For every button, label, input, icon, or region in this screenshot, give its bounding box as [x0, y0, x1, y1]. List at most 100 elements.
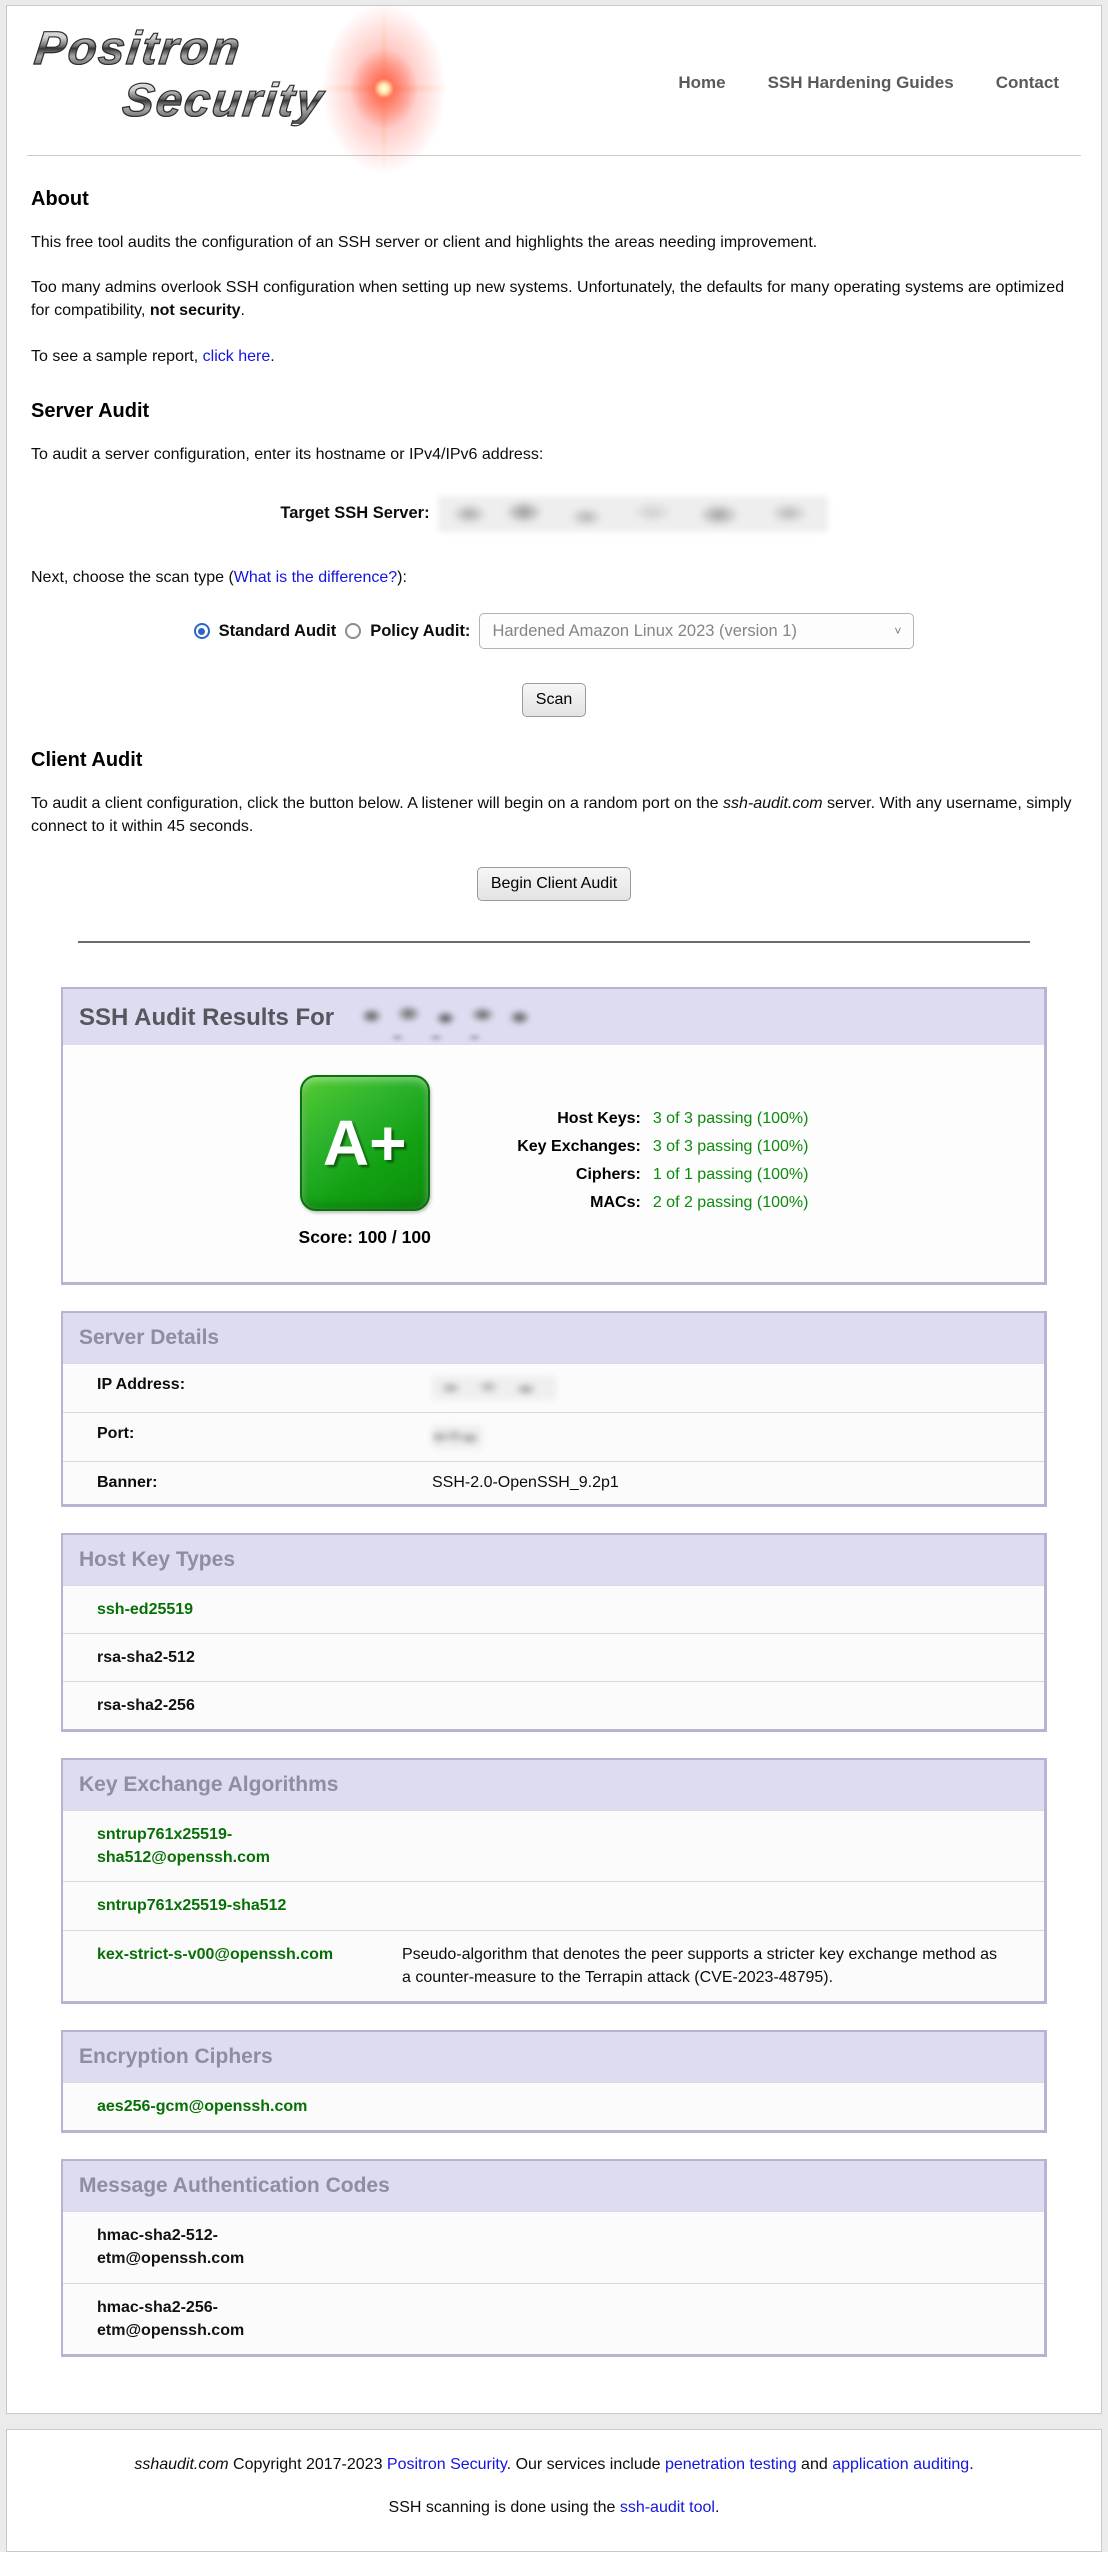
client-audit-heading: Client Audit: [31, 749, 1081, 772]
stat-label: Key Exchanges:: [491, 1138, 641, 1156]
server-audit-heading: Server Audit: [31, 400, 1081, 423]
logo-word-positron: Positron: [32, 23, 245, 72]
nav-ssh-hardening-guides-link[interactable]: SSH Hardening Guides: [768, 73, 954, 93]
stat-value: 3 of 3 passing (100%): [653, 1138, 809, 1156]
client-audit-section: Client Audit To audit a client configura…: [27, 749, 1081, 900]
encryption-ciphers-panel: Encryption Ciphers aes256-gcm@openssh.co…: [61, 2030, 1047, 2133]
stat-value: 1 of 1 passing (100%): [653, 1166, 809, 1184]
stat-value: 2 of 2 passing (100%): [653, 1194, 809, 1212]
red-starburst-icon: [309, 0, 459, 175]
client-audit-paragraph: To audit a client configuration, click t…: [31, 792, 1081, 838]
list-item: sntrup761x25519-sha512: [63, 1881, 1044, 1929]
kex-algorithm-name: kex-strict-s-v00@openssh.com: [97, 1943, 357, 1966]
list-item: hmac-sha2-512-etm@openssh.com: [63, 2211, 1044, 2282]
client-audit-text: To audit a client configuration, click t…: [31, 795, 723, 812]
policy-select[interactable]: Hardened Amazon Linux 2023 (version 1) ˅: [479, 613, 914, 649]
scan-type-paragraph: Next, choose the scan type (What is the …: [31, 566, 1081, 589]
scan-type-difference-link[interactable]: What is the difference?: [234, 569, 397, 586]
list-item: kex-strict-s-v00@openssh.com Pseudo-algo…: [63, 1930, 1044, 2001]
censored-port: [432, 1425, 482, 1449]
table-row: Port:: [63, 1412, 1044, 1461]
main-nav: Home SSH Hardening Guides Contact: [678, 73, 1077, 93]
mac-name: hmac-sha2-512-etm@openssh.com: [97, 2224, 357, 2270]
site-header: Positron Security Home SSH Hardening Gui…: [27, 6, 1081, 156]
about-p3-period: .: [270, 348, 274, 365]
server-audit-section: Server Audit To audit a server configura…: [27, 400, 1081, 717]
key-exchange-panel: Key Exchange Algorithms sntrup761x25519-…: [61, 1758, 1047, 2004]
stat-row-macs: MACs: 2 of 2 passing (100%): [491, 1194, 809, 1212]
ssh-audit-tool-link[interactable]: ssh-audit tool: [620, 2499, 715, 2516]
target-server-row: Target SSH Server:: [27, 496, 1081, 532]
scan-type-row: Standard Audit Policy Audit: Hardened Am…: [27, 613, 1081, 649]
stat-row-key-exchanges: Key Exchanges: 3 of 3 passing (100%): [491, 1138, 809, 1156]
results-stats: Host Keys: 3 of 3 passing (100%) Key Exc…: [491, 1110, 809, 1212]
sample-report-link[interactable]: click here: [203, 348, 271, 365]
list-item: hmac-sha2-256-etm@openssh.com: [63, 2283, 1044, 2354]
list-item: sntrup761x25519-sha512@openssh.com: [63, 1810, 1044, 1881]
begin-client-audit-button[interactable]: Begin Client Audit: [477, 867, 631, 901]
scan-type-text-end: ):: [397, 569, 407, 586]
host-key-types-panel: Host Key Types ssh-ed25519 rsa-sha2-512 …: [61, 1533, 1047, 1733]
grade-letter: A+: [323, 1106, 407, 1180]
standard-audit-label: Standard Audit: [219, 622, 337, 641]
grade-badge: A+: [300, 1075, 430, 1211]
censored-ip-address: [432, 1376, 557, 1400]
positron-security-link[interactable]: Positron Security: [387, 2456, 507, 2473]
macs-panel: Message Authentication Codes hmac-sha2-5…: [61, 2159, 1047, 2357]
ip-address-value: [432, 1376, 1028, 1400]
policy-audit-radio[interactable]: [345, 623, 361, 639]
about-heading: About: [31, 188, 1081, 211]
banner-value: SSH-2.0-OpenSSH_9.2p1: [432, 1474, 1028, 1492]
host-key-name: rsa-sha2-256: [97, 1694, 357, 1717]
positron-security-logo[interactable]: Positron Security: [31, 17, 501, 149]
about-paragraph-2: Too many admins overlook SSH configurati…: [31, 276, 1081, 322]
score-text: Score: 100 / 100: [299, 1227, 431, 1248]
policy-select-value: Hardened Amazon Linux 2023 (version 1): [492, 622, 797, 641]
nav-contact-link[interactable]: Contact: [996, 73, 1059, 93]
list-item: rsa-sha2-256: [63, 1681, 1044, 1729]
nav-home-link[interactable]: Home: [678, 73, 725, 93]
scan-type-text: Next, choose the scan type (: [31, 569, 234, 586]
footer-site-name: sshaudit.com: [134, 2456, 228, 2473]
footer-scan-text: SSH scanning is done using the: [389, 2499, 620, 2516]
stat-value: 3 of 3 passing (100%): [653, 1110, 809, 1128]
application-auditing-link[interactable]: application auditing: [832, 2456, 969, 2473]
cipher-name: aes256-gcm@openssh.com: [97, 2095, 357, 2118]
results-panel-header: SSH Audit Results For: [63, 989, 1044, 1045]
port-label: Port:: [97, 1425, 432, 1443]
table-row: IP Address:: [63, 1363, 1044, 1412]
kex-algorithm-name: sntrup761x25519-sha512@openssh.com: [97, 1823, 357, 1869]
scan-button[interactable]: Scan: [522, 683, 586, 717]
list-item: rsa-sha2-512: [63, 1633, 1044, 1681]
about-paragraph-3: To see a sample report, click here.: [31, 345, 1081, 368]
mac-name: hmac-sha2-256-etm@openssh.com: [97, 2296, 357, 2342]
port-value: [432, 1425, 1028, 1449]
site-footer: sshaudit.com Copyright 2017-2023 Positro…: [6, 2429, 1102, 2552]
target-ssh-server-label: Target SSH Server:: [280, 504, 429, 523]
host-key-types-header: Host Key Types: [63, 1535, 1044, 1585]
results-title-text: SSH Audit Results For: [79, 1004, 334, 1031]
list-item: aes256-gcm@openssh.com: [63, 2082, 1044, 2130]
about-p2-period: .: [241, 302, 245, 319]
server-audit-intro: To audit a server configuration, enter i…: [31, 443, 1081, 466]
results-body: A+ Score: 100 / 100 Host Keys: 3 of 3 pa…: [63, 1045, 1044, 1282]
stat-label: MACs:: [491, 1194, 641, 1212]
censored-hostname: [353, 1002, 538, 1030]
host-key-name: ssh-ed25519: [97, 1598, 357, 1621]
stat-row-host-keys: Host Keys: 3 of 3 passing (100%): [491, 1110, 809, 1128]
about-section: About This free tool audits the configur…: [27, 188, 1081, 368]
section-divider: [78, 941, 1030, 943]
stat-row-ciphers: Ciphers: 1 of 1 passing (100%): [491, 1166, 809, 1184]
target-ssh-server-input[interactable]: [438, 496, 828, 532]
grade-column: A+ Score: 100 / 100: [299, 1075, 431, 1248]
macs-header: Message Authentication Codes: [63, 2161, 1044, 2211]
penetration-testing-link[interactable]: penetration testing: [665, 2456, 797, 2473]
standard-audit-radio[interactable]: [194, 623, 210, 639]
kex-algorithm-note: Pseudo-algorithm that denotes the peer s…: [402, 1943, 1028, 1989]
footer-period: .: [969, 2456, 973, 2473]
kex-algorithm-name: sntrup761x25519-sha512: [97, 1894, 357, 1917]
logo-word-security: Security: [120, 75, 328, 124]
footer-copyright-text: Copyright 2017-2023: [229, 2456, 387, 2473]
stat-label: Ciphers:: [491, 1166, 641, 1184]
policy-audit-label: Policy Audit:: [370, 622, 470, 641]
